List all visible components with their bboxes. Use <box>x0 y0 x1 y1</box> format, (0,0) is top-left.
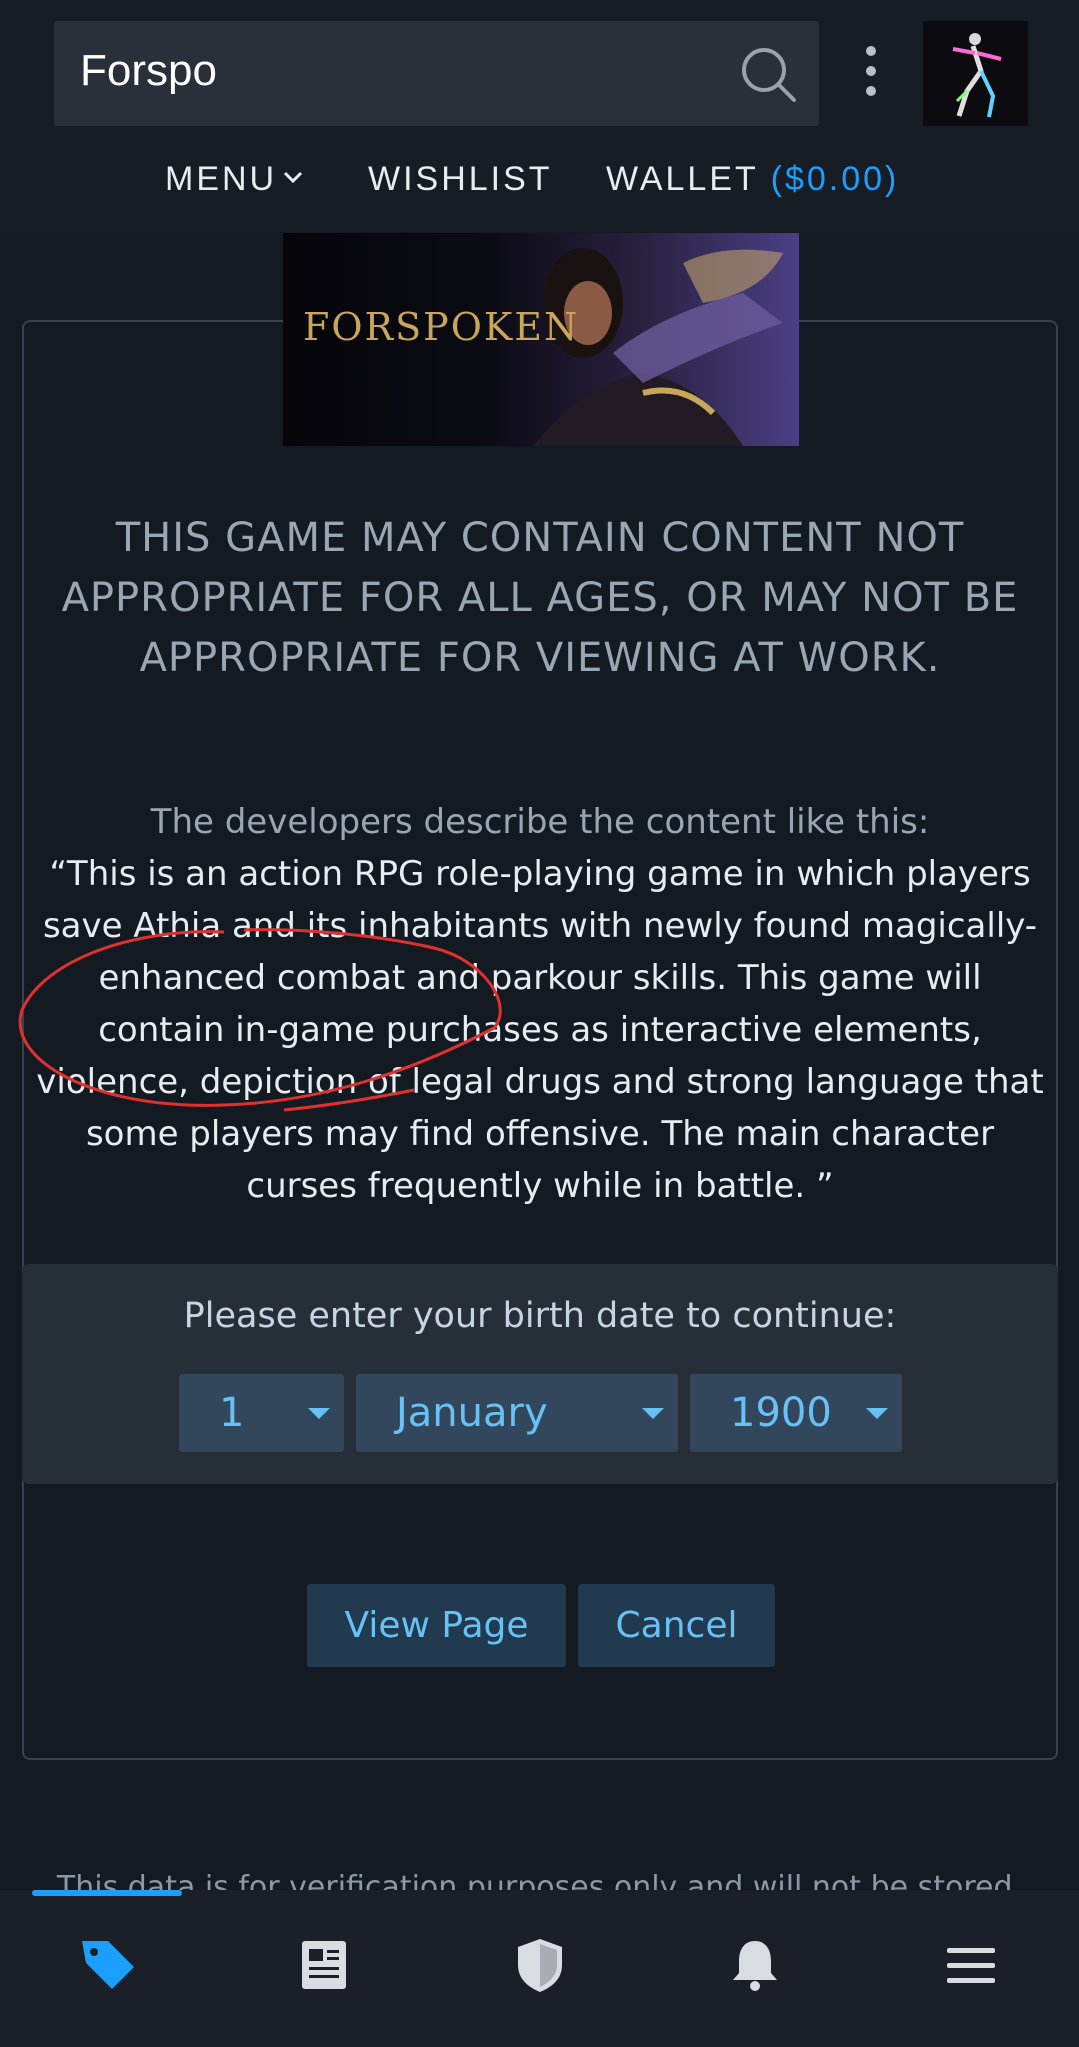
birth-date-panel: Please enter your birth date to continue… <box>22 1264 1058 1484</box>
search-input-value: Forspo <box>80 46 217 95</box>
avatar[interactable] <box>923 21 1028 126</box>
nav-wallet[interactable]: WALLET ($0.00) <box>606 160 899 199</box>
top-nav: MENU WISHLIST WALLET ($0.00) <box>0 152 1079 208</box>
hamburger-icon[interactable] <box>941 1935 1001 1995</box>
wallet-balance: ($0.00) <box>770 160 900 198</box>
chevron-down-icon <box>284 171 303 184</box>
caret-down-icon <box>866 1408 888 1419</box>
month-select[interactable]: January <box>356 1374 678 1452</box>
developers-description: “This is an action RPG role-playing game… <box>36 854 1044 1206</box>
top-header: Forspo MENU WISHLIST WALLET ($0.00) <box>0 0 1079 232</box>
game-banner: FORSPOKEN <box>283 233 799 446</box>
bell-icon[interactable] <box>725 1935 785 1995</box>
game-logo: FORSPOKEN <box>303 305 580 349</box>
more-options-icon[interactable] <box>856 46 886 102</box>
content-warning: THIS GAME MAY CONTAIN CONTENT NOT APPROP… <box>61 515 1019 681</box>
shield-icon[interactable] <box>510 1935 570 1995</box>
view-page-button[interactable]: View Page <box>307 1584 566 1667</box>
active-tab-indicator <box>32 1890 182 1896</box>
developers-intro: The developers describe the content like… <box>150 802 930 842</box>
news-icon[interactable] <box>294 1935 354 1995</box>
year-select[interactable]: 1900 <box>690 1374 902 1452</box>
cancel-button[interactable]: Cancel <box>578 1584 775 1667</box>
birth-date-label: Please enter your birth date to continue… <box>183 1296 897 1336</box>
caret-down-icon <box>308 1408 330 1419</box>
nav-wishlist[interactable]: WISHLIST <box>368 160 553 199</box>
search-input[interactable]: Forspo <box>54 21 819 126</box>
bottom-nav <box>0 1890 1079 2047</box>
search-icon[interactable] <box>739 45 797 103</box>
caret-down-icon <box>642 1408 664 1419</box>
tag-icon[interactable] <box>78 1935 138 1995</box>
nav-menu[interactable]: MENU <box>165 160 303 199</box>
day-select[interactable]: 1 <box>179 1374 344 1452</box>
